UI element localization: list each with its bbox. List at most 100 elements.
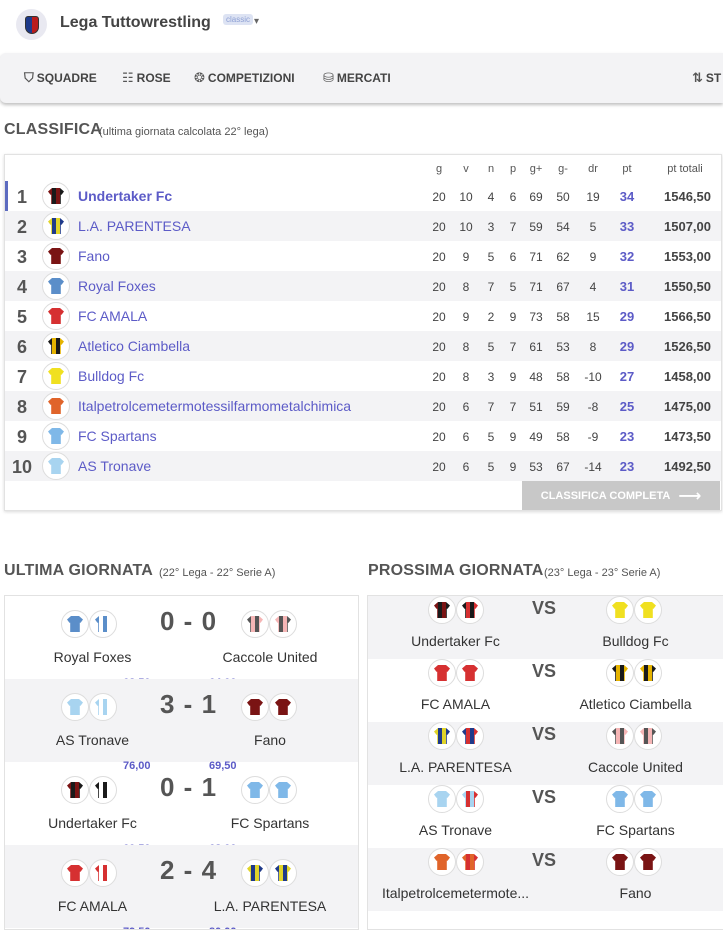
away-team-name[interactable]: FC Spartans [185, 815, 355, 831]
jersey-icon [428, 785, 456, 813]
team-name-link[interactable]: Fano [78, 248, 110, 264]
fixture-row[interactable]: VS FC AMALA Atletico Ciambella [368, 659, 723, 722]
col-header: pt [622, 163, 632, 175]
stat-ga: 58 [556, 430, 570, 444]
home-team-name[interactable]: Undertaker Fc [368, 633, 543, 649]
stat-pt-totali: 1473,50 [664, 429, 711, 444]
home-team-name[interactable]: Italpetrolcemetermote... [368, 885, 543, 901]
fixture-row[interactable]: VS AS Tronave FC Spartans [368, 785, 723, 848]
standings-table: g v n p g+ g- dr pt pt totali 1 Undertake… [4, 154, 722, 511]
stat-p: 9 [509, 370, 517, 384]
fixture-row[interactable]: VS Italpetrolcemetermote... Fano [368, 848, 723, 911]
shirt-icon [612, 665, 628, 681]
match-score: 3 - 1 [160, 689, 218, 719]
nav-mercati[interactable]: ⛁ MERCATI [323, 70, 391, 86]
stat-p: 9 [509, 310, 517, 324]
stat-dr: -8 [587, 400, 599, 414]
table-row[interactable]: 4 Royal Foxes 20 8 7 5 71 67 4 31 1550,50 [5, 271, 721, 301]
stat-ga: 53 [556, 340, 570, 354]
home-team-name[interactable]: Undertaker Fc [5, 815, 180, 831]
team-name-link[interactable]: AS Tronave [78, 458, 151, 474]
team-name-link[interactable]: Atletico Ciambella [78, 338, 190, 354]
shirt-icon [434, 665, 450, 681]
away-team-name[interactable]: Fano [185, 732, 355, 748]
away-jerseys [606, 785, 662, 813]
stat-pt-totali: 1475,00 [664, 399, 711, 414]
team-name-link[interactable]: L.A. PARENTESA [78, 218, 191, 234]
team-name-link[interactable]: FC Spartans [78, 428, 157, 444]
away-team-name[interactable]: Fano [548, 885, 723, 901]
home-team-name[interactable]: FC AMALA [368, 696, 543, 712]
home-team-name[interactable]: AS Tronave [368, 822, 543, 838]
col-header: p [509, 163, 517, 175]
stat-g: 20 [432, 430, 446, 444]
jersey-icon [634, 848, 662, 876]
jersey-icon [61, 859, 89, 887]
fixture-row[interactable]: VS Undertaker Fc Bulldog Fc [368, 596, 723, 659]
home-jerseys [61, 610, 117, 638]
col-header: g- [558, 163, 568, 175]
away-team-name[interactable]: Atletico Ciambella [548, 696, 723, 712]
jersey-icon [42, 212, 70, 240]
league-name[interactable]: Lega Tuttowrestling [60, 14, 211, 32]
jersey-icon [89, 693, 117, 721]
shirt-icon [612, 728, 628, 744]
match-row[interactable]: 0 - 1Undertaker FcFC Spartans60,5068,00 [5, 762, 358, 855]
away-team-name[interactable]: Caccole United [548, 759, 723, 775]
table-row[interactable]: 2 L.A. PARENTESA 20 10 3 7 59 54 5 33 1507,00 [5, 211, 721, 241]
standings-title: CLASSIFICA [4, 121, 102, 138]
away-fantasy-points: 80,00 [209, 926, 237, 929]
shirt-icon [275, 782, 291, 798]
nav-sort[interactable]: ⇅ ST [692, 70, 721, 86]
league-logo[interactable] [16, 9, 47, 40]
arrow-right-icon: ⟶ [678, 487, 702, 505]
table-row[interactable]: 5 FC AMALA 20 9 2 9 73 58 15 29 1566,50 [5, 301, 721, 331]
match-row[interactable]: 2 - 4 FC AMALA L.A. PARENTESA 79,50 80,00 [5, 845, 358, 929]
match-row[interactable]: 3 - 1 AS Tronave Fano 76,00 69,50 [5, 679, 358, 772]
jersey-icon [456, 848, 484, 876]
away-team-name[interactable]: FC Spartans [548, 822, 723, 838]
sort-icon: ⇅ [692, 70, 703, 85]
nav-competizioni[interactable]: ❂ COMPETIZIONI [194, 70, 295, 86]
away-team-name[interactable]: L.A. PARENTESA [185, 898, 355, 914]
shirt-icon [95, 616, 111, 632]
table-row[interactable]: 10 AS Tronave 20 6 5 9 53 67 -14 23 1492,50 [5, 451, 721, 481]
home-team-name[interactable]: L.A. PARENTESA [368, 759, 543, 775]
top-bar: Lega Tuttowrestling classic ▾ [0, 0, 723, 52]
shirt-icon [247, 699, 263, 715]
stat-p: 6 [509, 190, 517, 204]
table-row[interactable]: 7 Bulldog Fc 20 8 3 9 48 58 -10 27 1458,00 [5, 361, 721, 391]
home-team-name[interactable]: AS Tronave [5, 732, 180, 748]
team-name-link[interactable]: Royal Foxes [78, 278, 156, 294]
stat-gf: 71 [529, 250, 543, 264]
home-team-name[interactable]: FC AMALA [5, 898, 180, 914]
team-name-link[interactable]: Undertaker Fc [78, 188, 172, 204]
away-team-name[interactable]: Caccole United [185, 649, 355, 665]
stat-g: 20 [432, 280, 446, 294]
team-name-link[interactable]: Italpetrolcemetermotessilfarmometalchimi… [78, 398, 351, 414]
table-row[interactable]: 8 Italpetrolcemetermotessilfarmometalchim… [5, 391, 721, 421]
stat-p: 5 [509, 280, 517, 294]
shirt-icon [48, 218, 64, 234]
match-score: 0 - 1 [160, 772, 218, 802]
home-team-name[interactable]: Royal Foxes [5, 649, 180, 665]
team-name-link[interactable]: Bulldog Fc [78, 368, 144, 384]
stat-p: 9 [509, 460, 517, 474]
fixture-row[interactable]: VS L.A. PARENTESA Caccole United [368, 722, 723, 785]
chevron-down-icon[interactable]: ▾ [254, 16, 259, 27]
full-standings-button[interactable]: CLASSIFICA COMPLETA ⟶ [522, 481, 720, 510]
table-row[interactable]: 9 FC Spartans 20 6 5 9 49 58 -9 23 1473,50 [5, 421, 721, 451]
match-score: 0 - 0 [160, 606, 218, 636]
team-name-link[interactable]: FC AMALA [78, 308, 147, 324]
stat-n: 7 [487, 400, 495, 414]
jersey-icon [269, 693, 297, 721]
away-team-name[interactable]: Bulldog Fc [548, 633, 723, 649]
match-row[interactable]: 0 - 0Royal FoxesCaccole United62,5064,00 [5, 596, 358, 689]
nav-squadre[interactable]: ⛉ SQUADRE [24, 70, 97, 86]
nav-rose[interactable]: ☷ ROSE [122, 70, 171, 86]
table-row[interactable]: 1 Undertaker Fc 20 10 4 6 69 50 19 34 1546,50 [5, 181, 721, 211]
table-row[interactable]: 6 Atletico Ciambella 20 8 5 7 61 53 8 29 1526,50 [5, 331, 721, 361]
table-row[interactable]: 3 Fano 20 9 5 6 71 62 9 32 1553,00 [5, 241, 721, 271]
shirt-icon [48, 248, 64, 264]
last-round-subtitle: (22° Lega - 22° Serie A) [159, 567, 276, 579]
